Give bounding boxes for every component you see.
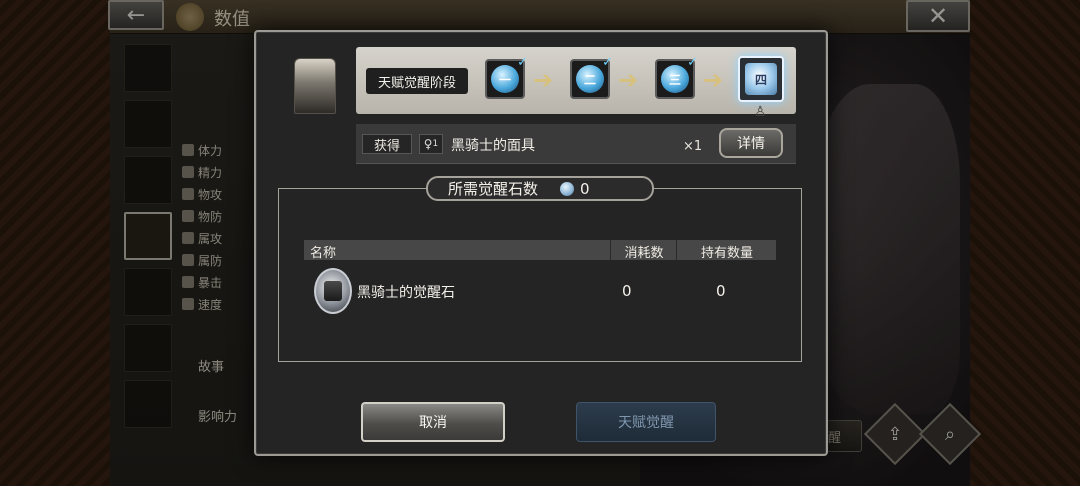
arrow-right-icon: ➔ [533,66,554,94]
stage-orb-icon: 四 [745,63,777,95]
check-icon: ✓ [517,55,528,70]
check-icon: ✓ [687,55,698,70]
column-header-held: 持有数量 [700,246,753,261]
check-icon: ✓ [602,55,613,70]
column-divider [676,240,677,260]
stage-node-4: 四 [738,56,784,102]
cancel-button[interactable]: 取消 [361,402,505,442]
character-sprite [294,58,336,114]
obtain-label: 获得 [362,134,412,154]
stone-consumed: 0 [622,282,632,300]
required-stones-label: 所需觉醒石数 [448,180,539,198]
stage-orb-icon: 三 [661,65,689,93]
stage-orb-icon: 二 [576,65,604,93]
stage-node-3: 三 ✓ [655,55,698,99]
stage-pointer-icon: ♙ [754,104,767,120]
required-stones-header: 所需觉醒石数 0 [426,176,654,201]
stage-node-2: 二 ✓ [570,55,613,99]
key-glyph: ♀ [423,137,433,151]
column-header-consumed: 消耗数 [624,246,664,261]
stone-held: 0 [716,282,726,300]
awaken-stone-icon [314,268,352,314]
table-header: 名称 消耗数 持有数量 [304,240,776,261]
required-stones-value: 0 [580,179,590,198]
stone-name: 黑骑士的觉醒石 [357,285,455,301]
stage-orb-icon: 一 [491,65,519,93]
column-header-name: 名称 [310,246,337,261]
reward-item-name: 黑骑士的面具 [451,138,535,154]
stage-node-1: 一 ✓ [485,55,528,99]
key-badge: 1 [432,139,439,149]
column-divider [610,240,611,260]
reward-quantity: ×1 [683,139,703,154]
gem-icon [560,181,575,196]
required-stones-panel [278,188,802,362]
awaken-button[interactable]: 天赋觉醒 [576,402,716,442]
arrow-right-icon: ➔ [618,66,639,94]
stage-label: 天赋觉醒阶段 [366,68,468,94]
arrow-right-icon: ➔ [703,66,724,94]
key-icon: ♀ 1 [419,134,443,154]
details-button[interactable]: 详情 [719,128,783,158]
